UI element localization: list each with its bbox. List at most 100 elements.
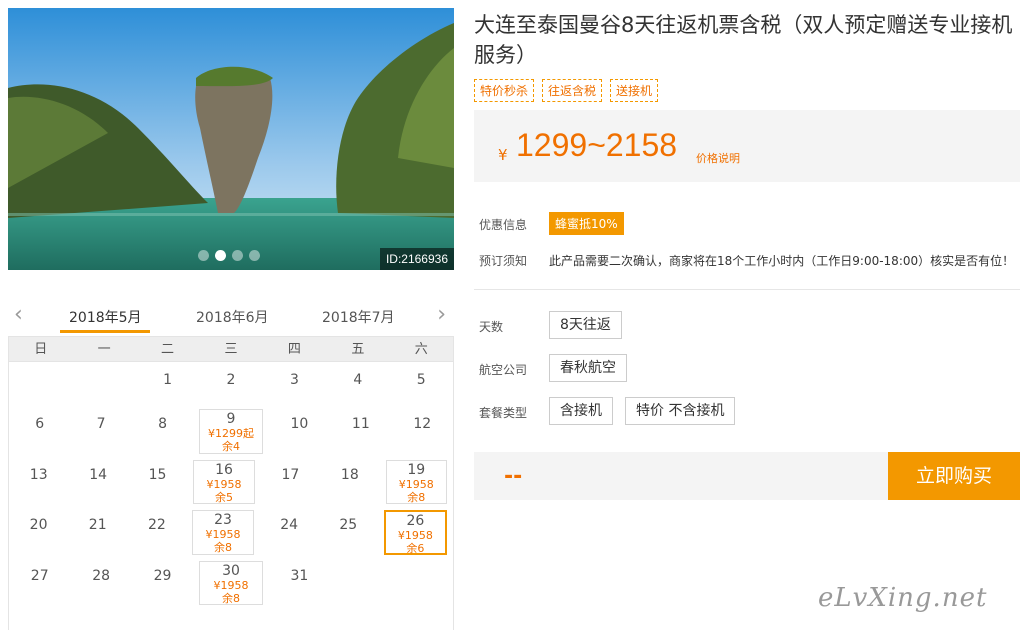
calendar-day: 27: [30, 567, 49, 584]
calendar-day: 3: [289, 372, 299, 388]
calendar-day-empty: [392, 558, 453, 609]
calendar-week-row: 13 14 15 16 ¥1958 余5 17 18 19 ¥1958 余8: [9, 457, 453, 508]
price-box: ¥ 1299~2158 价格说明: [474, 110, 1020, 182]
weekday-header: 日 一 二 三 四 五 六: [8, 336, 454, 362]
product-title: 大连至泰国曼谷8天往返机票含税（双人预定赠送专业接机服务）: [474, 13, 1013, 67]
price-note-link[interactable]: 价格说明: [696, 150, 740, 166]
day-number: 9: [226, 411, 236, 427]
calendar-day-empty: [9, 362, 72, 406]
photo-illustration: [8, 8, 454, 270]
day-number: 19: [407, 461, 426, 478]
calendar-day: 10: [290, 416, 309, 432]
day-number: 23: [214, 512, 232, 529]
month-tab-3[interactable]: 2018年7月: [322, 307, 395, 327]
calendar-day: 15: [148, 466, 167, 483]
tag-badge: 送接机: [610, 79, 659, 102]
calendar-day: 18: [340, 466, 359, 483]
carousel-dot[interactable]: [198, 250, 209, 261]
day-remaining: 余8: [213, 541, 232, 555]
weekday-label: 三: [224, 342, 238, 357]
active-month-indicator: [60, 330, 150, 333]
section-divider: [474, 289, 1020, 290]
calendar-day: 6: [35, 416, 45, 432]
currency-symbol: ¥: [498, 146, 508, 164]
carousel-dot-active[interactable]: [215, 250, 226, 261]
weekday-label: 二: [161, 342, 175, 357]
notice-label: 预订须知: [479, 254, 528, 268]
package-label: 套餐类型: [479, 406, 528, 420]
calendar-day-available[interactable]: 23 ¥1958 余8: [192, 510, 254, 555]
calendar-day: 17: [281, 466, 300, 483]
calendar-day: 28: [92, 567, 111, 584]
product-tags: 特价秒杀 往返含税 送接机: [474, 79, 659, 102]
calendar-week-row: 1 2 3 4 5: [9, 362, 453, 406]
calendar-day: 1: [163, 372, 173, 388]
package-option-with-pickup[interactable]: 含接机: [549, 397, 613, 425]
calendar-day-selected[interactable]: 26 ¥1958 余6: [383, 510, 447, 556]
airline-option[interactable]: 春秋航空: [549, 354, 627, 382]
calendar-day: 4: [353, 372, 363, 388]
notice-text: 此产品需要二次确认，商家将在18个工作小时内（工作日9:00-18:00）核实是…: [549, 254, 1015, 268]
weekday-label: 日: [34, 342, 48, 357]
buy-now-button[interactable]: 立即购买: [888, 452, 1020, 500]
calendar-day: 24: [280, 517, 299, 534]
calendar-day-empty: [72, 362, 135, 406]
weekday-label: 六: [414, 342, 428, 357]
calendar-week-row: 6 7 8 9 ¥1299起 余4 10 11 12: [9, 406, 453, 457]
day-price: ¥1958: [397, 529, 433, 543]
carousel-dot[interactable]: [249, 250, 260, 261]
calendar-day: 21: [88, 517, 107, 534]
month-tab-1[interactable]: 2018年5月: [69, 307, 142, 327]
weekday-label: 四: [287, 342, 301, 357]
day-number: 30: [222, 562, 240, 579]
product-photo[interactable]: ID:2166936: [8, 8, 454, 270]
photo-id-badge: ID:2166936: [379, 248, 454, 270]
quantity-display[interactable]: --: [504, 464, 522, 489]
calendar-week-row: 20 21 22 23 ¥1958 余8 24 25 26 ¥1958 余6: [9, 507, 453, 558]
carousel-dot[interactable]: [232, 250, 243, 261]
calendar-day: 31: [290, 567, 309, 584]
calendar-day-available[interactable]: 30 ¥1958 余8: [199, 560, 263, 606]
package-option-no-pickup[interactable]: 特价 不含接机: [625, 397, 736, 425]
day-price: ¥1958: [206, 477, 242, 491]
calendar-day: 29: [153, 567, 172, 584]
calendar-day: 20: [29, 517, 48, 534]
promo-label: 优惠信息: [479, 218, 528, 232]
chevron-right-icon[interactable]: ›: [437, 302, 446, 327]
calendar-grid: 1 2 3 4 5 6 7 8 9 ¥1299起 余4 10 11 12 13 14 15 16 ¥1958 余5 17…: [8, 362, 454, 630]
days-label: 天数: [479, 320, 504, 334]
calendar-day-empty: [330, 558, 391, 609]
calendar-week-row: 27 28 29 30 ¥1958 余8 31: [9, 558, 453, 609]
chevron-left-icon[interactable]: ‹: [14, 302, 23, 327]
purchase-bar: --: [474, 452, 888, 500]
date-calendar: ‹ 2018年5月 2018年6月 2018年7月 › 日 一 二 三 四 五 …: [8, 296, 454, 630]
calendar-day: 22: [147, 517, 166, 534]
price-range: 1299~2158: [516, 127, 678, 163]
calendar-day-available[interactable]: 16 ¥1958 余5: [193, 459, 255, 505]
tag-badge: 往返含税: [542, 79, 603, 102]
carousel-dots: [198, 250, 260, 261]
day-remaining: 余8: [407, 490, 426, 504]
promo-badge: 蜂蜜抵10%: [549, 212, 624, 235]
day-remaining: 余4: [221, 440, 240, 453]
calendar-day: 2: [226, 372, 236, 388]
calendar-day: 5: [416, 372, 426, 388]
calendar-day-available[interactable]: 9 ¥1299起 余4: [199, 409, 263, 454]
calendar-day: 12: [413, 416, 432, 432]
weekday-label: 五: [351, 342, 365, 357]
calendar-day: 25: [339, 517, 358, 534]
calendar-day: 7: [96, 416, 106, 432]
site-watermark: eLvXing.net: [818, 583, 988, 613]
month-tab-2[interactable]: 2018年6月: [196, 307, 269, 327]
calendar-day: 14: [89, 466, 108, 483]
day-remaining: 余5: [214, 490, 233, 504]
day-number: 26: [406, 513, 425, 530]
days-option[interactable]: 8天往返: [549, 311, 622, 339]
calendar-day: 11: [351, 416, 370, 432]
calendar-day: 8: [158, 416, 168, 432]
day-price: ¥1958: [205, 528, 241, 542]
day-price: ¥1958: [213, 578, 249, 592]
day-remaining: 余8: [221, 591, 240, 605]
day-remaining: 余6: [406, 542, 425, 556]
calendar-day-available[interactable]: 19 ¥1958 余8: [385, 459, 447, 505]
